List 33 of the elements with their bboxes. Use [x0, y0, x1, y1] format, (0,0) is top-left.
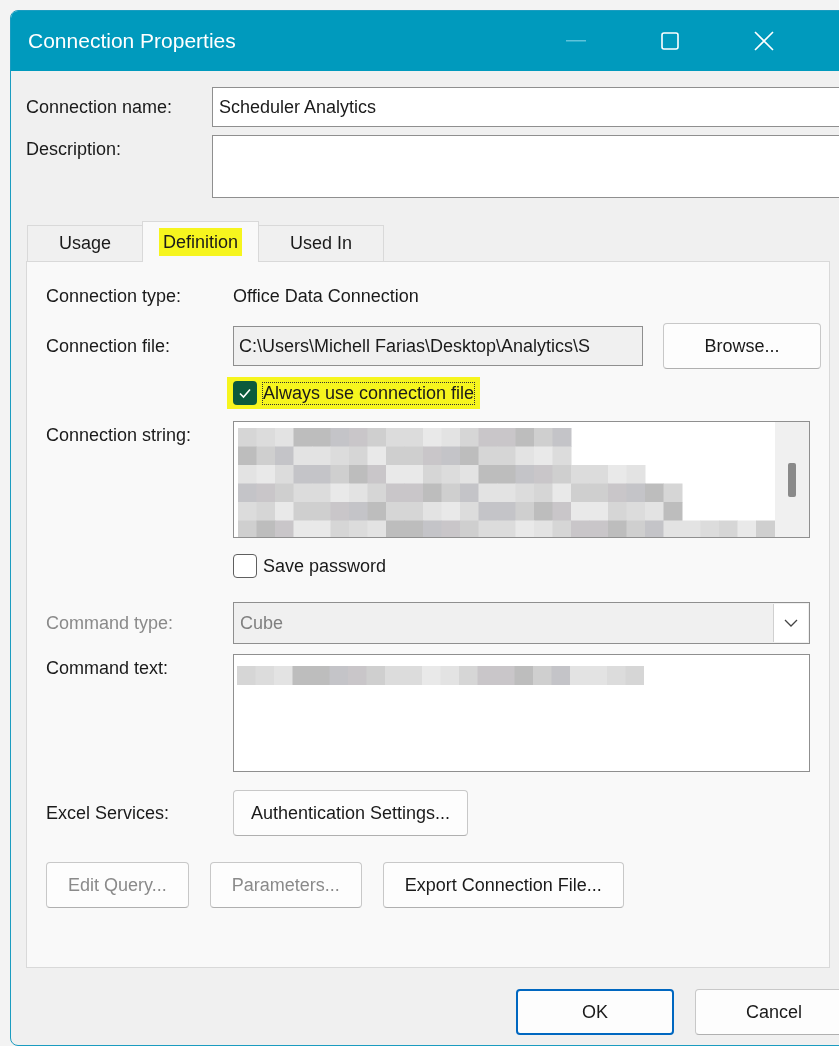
maximize-icon[interactable] [661, 32, 679, 50]
checkbox-label: Always use connection file [263, 382, 475, 404]
dialog-button[interactable]: OK [516, 989, 674, 1035]
field-label: Connection string: [46, 424, 193, 446]
checkbox[interactable] [233, 554, 257, 578]
connection-type-value: Office Data Connection [233, 286, 419, 307]
checkbox-option[interactable]: Save password [227, 550, 393, 582]
scrollbar[interactable] [775, 422, 809, 537]
checkmark-icon [238, 387, 252, 399]
action-button[interactable]: Export Connection File... [382, 862, 624, 908]
checkbox-label: Save password [263, 555, 387, 577]
field-label: Connection file: [46, 335, 172, 357]
field-label: Description: [26, 138, 123, 160]
field-label: Command type: [46, 612, 175, 634]
tab[interactable]: Definition [142, 221, 260, 262]
field-label: Connection name: [26, 96, 174, 118]
dialog-button[interactable]: Cancel [695, 989, 839, 1035]
field-label: Command text: [46, 657, 170, 679]
tab[interactable]: Usage [27, 225, 144, 261]
chevron-down-icon [784, 619, 798, 627]
close-icon[interactable] [754, 31, 774, 51]
connection-name-field[interactable]: Scheduler Analytics [212, 87, 839, 127]
description-field[interactable] [212, 135, 839, 198]
authentication-settings-button[interactable]: Authentication Settings... [233, 790, 469, 836]
field-label: Excel Services: [46, 802, 171, 824]
checkbox-option[interactable]: Always use connection file [227, 377, 481, 409]
checkbox[interactable] [233, 381, 257, 405]
window-title: Connection Properties [28, 29, 237, 53]
command-text-field[interactable] [233, 654, 810, 772]
connection-file-field[interactable]: C:\Users\Michell Farias\Desktop\Analytics\S [233, 326, 643, 366]
browse-button[interactable]: Browse... [663, 323, 821, 369]
tab[interactable]: Used In [258, 225, 385, 261]
field-label: Connection type: [46, 286, 183, 307]
